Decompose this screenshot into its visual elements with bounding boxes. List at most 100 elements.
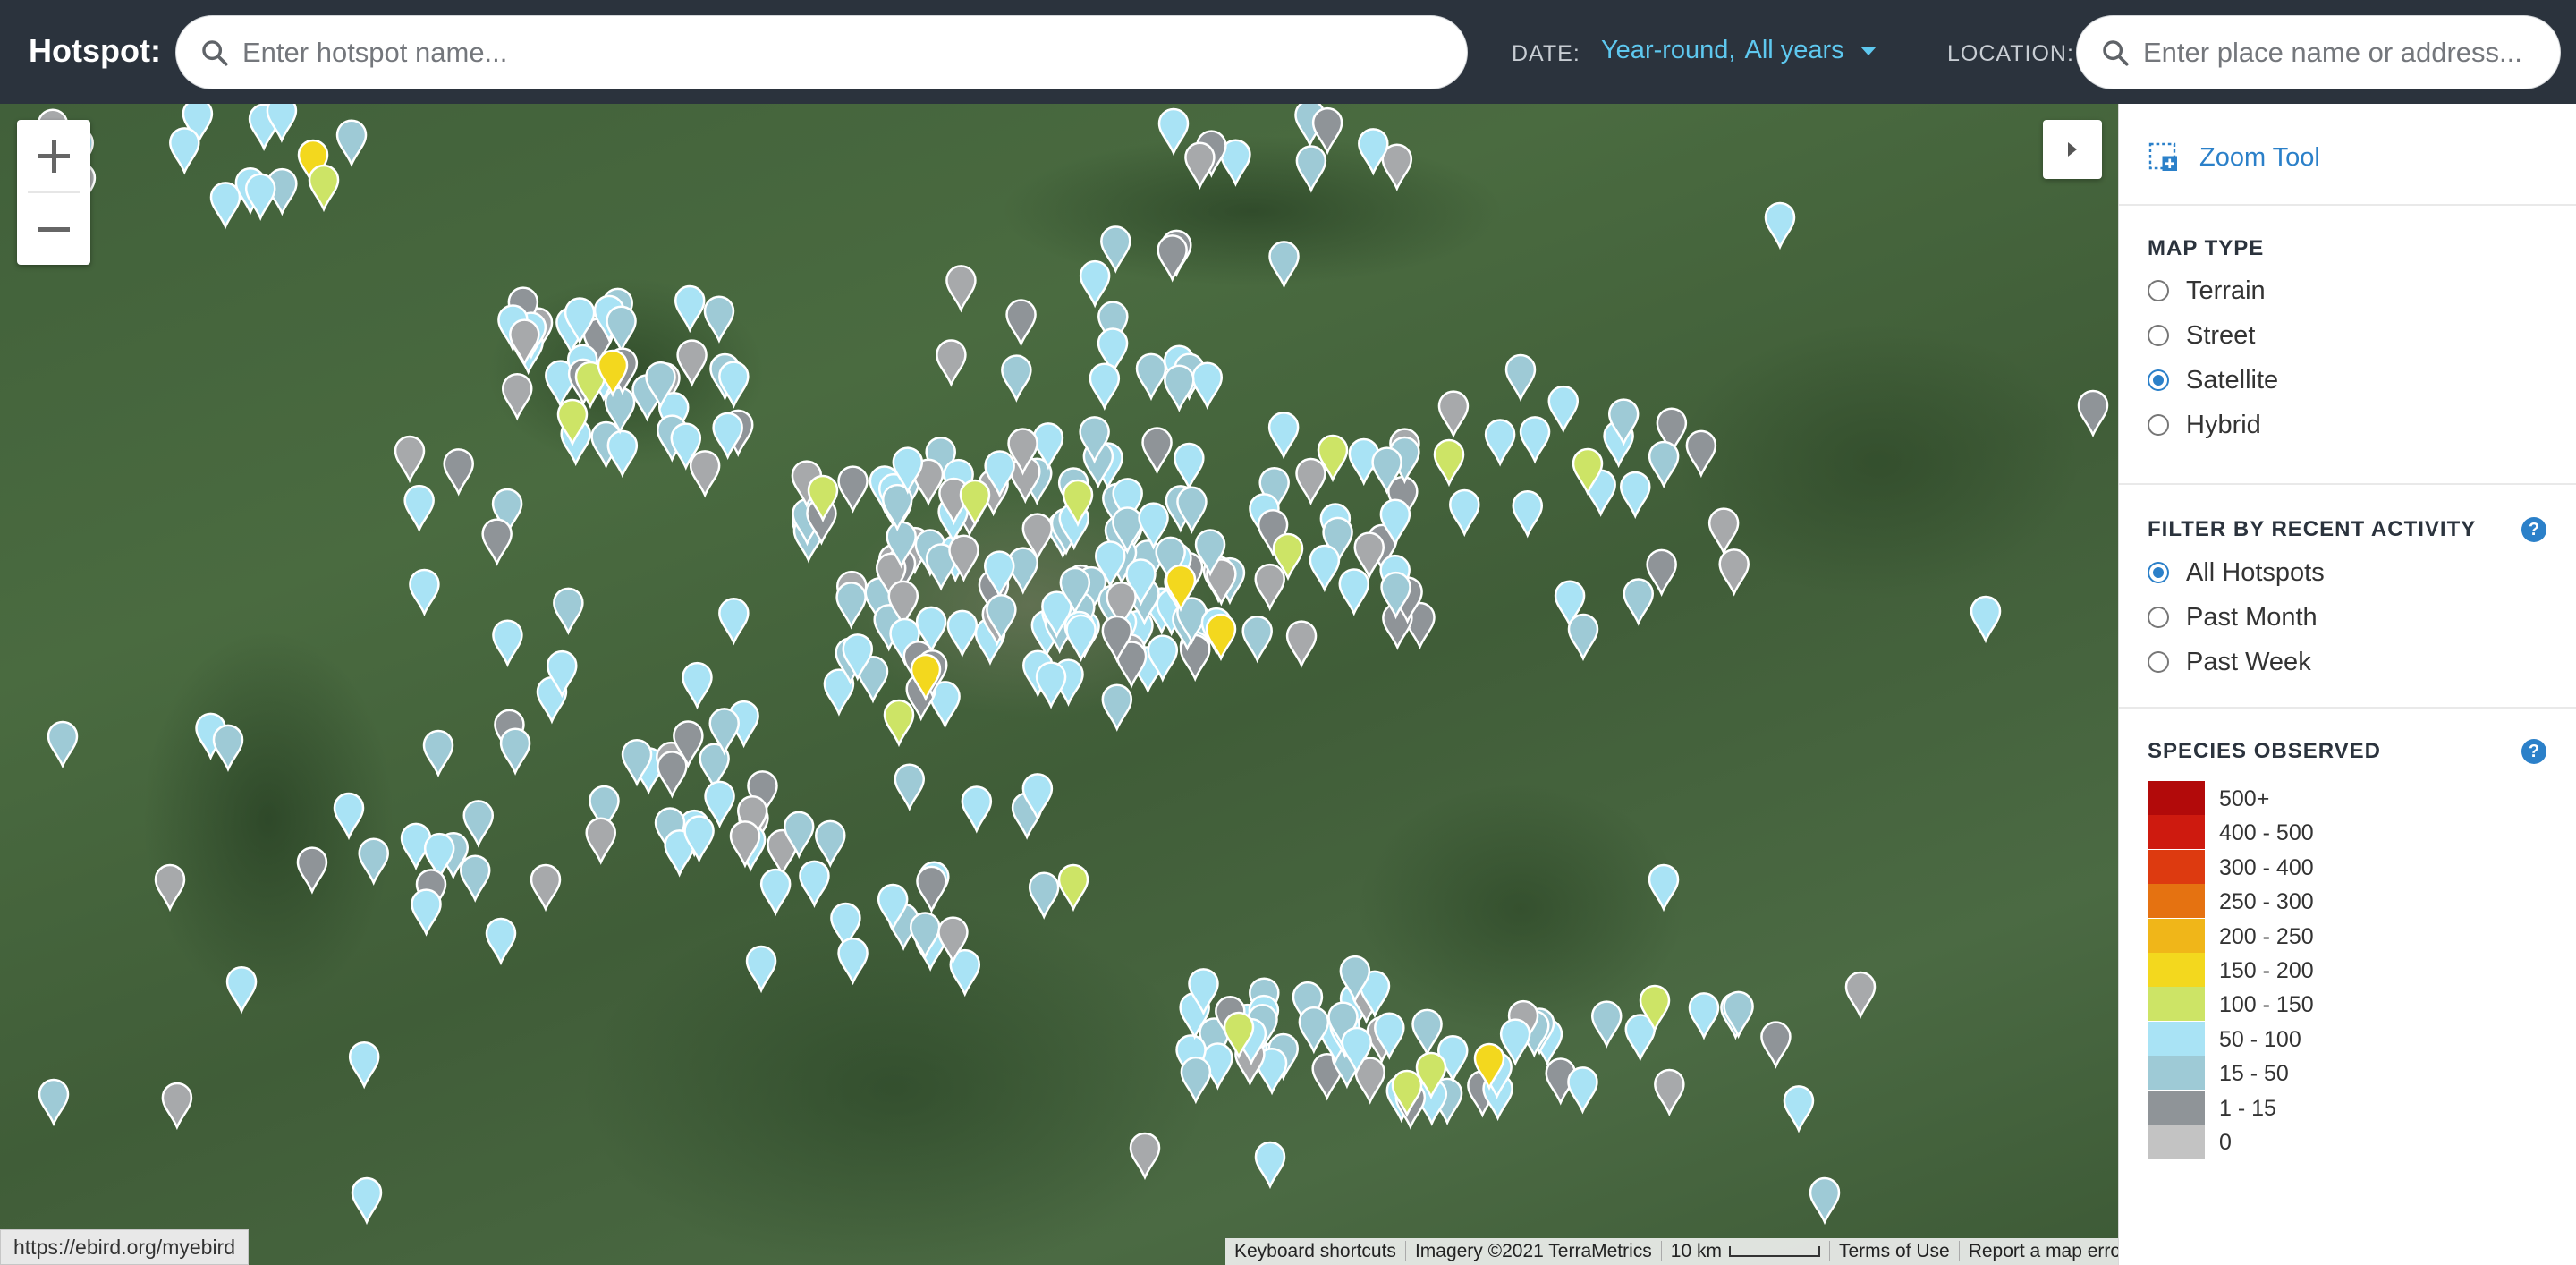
hotspot-marker[interactable] <box>1157 107 1190 157</box>
hotspot-marker[interactable] <box>1844 971 1877 1020</box>
satellite-map[interactable]: https://ebird.org/myebird Keyboard short… <box>0 104 2118 1265</box>
hotspot-marker[interactable] <box>1381 143 1413 191</box>
hotspot-marker[interactable] <box>1100 225 1131 274</box>
hotspot-marker[interactable] <box>1504 353 1537 403</box>
hotspot-marker[interactable] <box>718 597 750 646</box>
radio-button[interactable] <box>2148 369 2169 391</box>
terms-link[interactable]: Terms of Use <box>1828 1241 1959 1261</box>
hotspot-marker[interactable] <box>1079 259 1111 309</box>
hotspot-marker[interactable] <box>501 373 533 421</box>
hotspot-marker[interactable] <box>409 568 440 617</box>
panel-toggle-button[interactable] <box>2043 120 2102 179</box>
hotspot-marker[interactable] <box>606 305 637 353</box>
radio-button[interactable] <box>2148 651 2169 673</box>
hotspot-marker[interactable] <box>1101 683 1133 732</box>
hotspot-marker[interactable] <box>1268 241 1300 289</box>
hotspot-marker[interactable] <box>1298 1006 1330 1055</box>
hotspot-marker[interactable] <box>308 164 340 213</box>
hotspot-marker[interactable] <box>394 435 426 484</box>
hotspot-marker[interactable] <box>1567 1066 1598 1115</box>
hotspot-marker[interactable] <box>1035 661 1067 709</box>
hotspot-marker[interactable] <box>745 945 777 994</box>
hotspot-marker[interactable] <box>1028 871 1060 920</box>
hotspot-marker[interactable] <box>1001 354 1032 403</box>
hotspot-marker[interactable] <box>1338 568 1370 616</box>
hotspot-marker[interactable] <box>759 868 792 917</box>
hotspot-marker[interactable] <box>1437 390 1470 438</box>
hotspot-marker[interactable] <box>704 780 735 829</box>
hotspot-marker[interactable] <box>1809 1176 1841 1226</box>
date-dropdown[interactable]: Year-round, All years <box>1601 36 1877 65</box>
hotspot-marker[interactable] <box>335 119 368 167</box>
hotspot-marker[interactable] <box>1285 620 1318 668</box>
hotspot-marker[interactable] <box>1254 1141 1286 1190</box>
help-icon[interactable]: ? <box>2521 739 2546 764</box>
hotspot-marker[interactable] <box>1519 416 1551 464</box>
hotspot-marker[interactable] <box>1723 990 1754 1040</box>
hotspot-marker[interactable] <box>1648 440 1680 489</box>
hotspot-marker[interactable] <box>1484 419 1516 467</box>
hotspot-marker[interactable] <box>1433 438 1465 488</box>
hotspot-marker[interactable] <box>1623 578 1654 626</box>
hotspot-marker[interactable] <box>1241 615 1273 664</box>
hotspot-marker[interactable] <box>212 724 244 773</box>
hotspot-marker[interactable] <box>1567 613 1599 662</box>
hotspot-marker[interactable] <box>1685 429 1717 479</box>
hotspot-marker[interactable] <box>1311 106 1343 156</box>
hotspot-marker[interactable] <box>1718 548 1750 597</box>
hotspot-marker[interactable] <box>225 966 258 1015</box>
hotspot-marker[interactable] <box>1205 613 1237 662</box>
hotspot-marker[interactable] <box>2077 389 2109 438</box>
keyboard-shortcuts-link[interactable]: Keyboard shortcuts <box>1225 1241 1405 1261</box>
scale-indicator[interactable]: 10 km <box>1660 1241 1829 1261</box>
hotspot-marker[interactable] <box>799 860 830 908</box>
hotspot-marker[interactable] <box>1057 863 1089 913</box>
hotspot-marker[interactable] <box>1005 299 1037 347</box>
hotspot-marker[interactable] <box>443 448 474 497</box>
hotspot-marker[interactable] <box>961 785 993 834</box>
hotspot-marker[interactable] <box>1184 141 1216 190</box>
hotspot-marker[interactable] <box>154 863 186 913</box>
radio-button[interactable] <box>2148 325 2169 346</box>
hotspot-marker[interactable] <box>47 720 79 769</box>
hotspot-marker[interactable] <box>585 817 616 865</box>
hotspot-marker[interactable] <box>296 846 328 895</box>
hotspot-marker[interactable] <box>333 792 365 841</box>
hotspot-marker[interactable] <box>38 1078 70 1127</box>
zoom-in-button[interactable] <box>17 120 90 191</box>
hotspot-marker[interactable] <box>161 1082 193 1131</box>
hotspot-marker[interactable] <box>1180 1056 1212 1105</box>
hotspot-marker[interactable] <box>459 854 491 903</box>
hotspot-marker[interactable] <box>1295 145 1327 193</box>
hotspot-marker[interactable] <box>945 265 977 313</box>
hotspot-marker[interactable] <box>411 888 442 937</box>
hotspot-marker[interactable] <box>1141 427 1173 475</box>
hotspot-marker[interactable] <box>1135 352 1167 402</box>
hotspot-marker[interactable] <box>703 295 735 344</box>
hotspot-marker[interactable] <box>1309 544 1341 593</box>
hotspot-marker[interactable] <box>718 361 750 409</box>
hotspot-search-input[interactable] <box>242 16 1441 89</box>
hotspot-marker[interactable] <box>916 865 947 914</box>
hotspot-search-box[interactable] <box>175 15 1468 89</box>
hotspot-marker[interactable] <box>1512 490 1544 539</box>
hotspot-marker[interactable] <box>1648 863 1680 913</box>
hotspot-marker[interactable] <box>1411 1008 1443 1057</box>
hotspot-marker[interactable] <box>485 917 517 966</box>
report-error-link[interactable]: Report a map error <box>1958 1241 2118 1261</box>
hotspot-marker[interactable] <box>1191 361 1223 410</box>
hotspot-marker[interactable] <box>462 800 495 848</box>
zoom-out-button[interactable] <box>17 193 90 265</box>
hotspot-marker[interactable] <box>1970 595 2002 644</box>
hotspot-marker[interactable] <box>1157 234 1188 283</box>
hotspot-marker[interactable] <box>1089 362 1121 411</box>
hotspot-marker[interactable] <box>169 127 200 175</box>
hotspot-marker[interactable] <box>1065 614 1097 663</box>
hotspot-marker[interactable] <box>894 763 926 811</box>
hotspot-marker[interactable] <box>674 284 706 334</box>
hotspot-marker[interactable] <box>1760 1021 1792 1069</box>
hotspot-marker[interactable] <box>815 819 846 869</box>
hotspot-marker[interactable] <box>403 484 435 533</box>
radio-button[interactable] <box>2148 414 2169 436</box>
hotspot-marker[interactable] <box>1783 1085 1815 1133</box>
